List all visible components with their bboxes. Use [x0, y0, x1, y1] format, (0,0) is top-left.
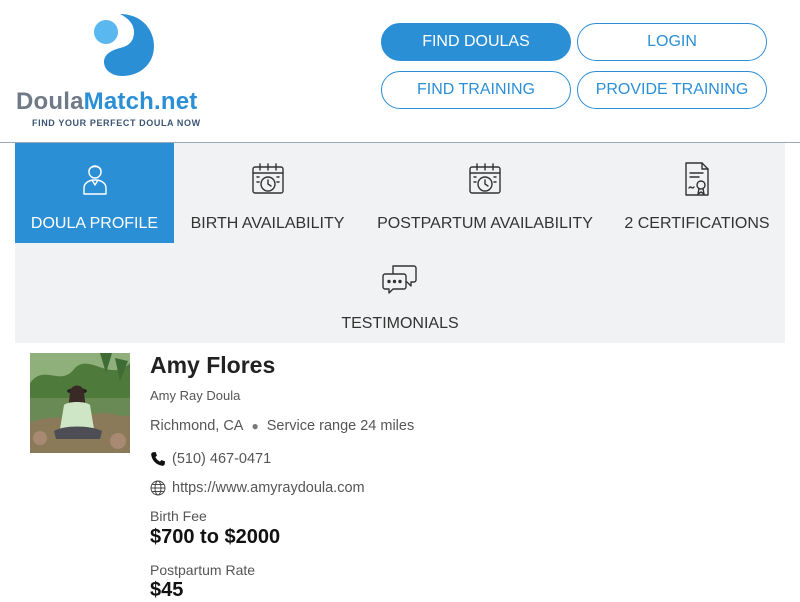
- location-line: Richmond, CA ● Service range 24 miles: [150, 418, 414, 434]
- tab-label: BIRTH AVAILABILITY: [190, 215, 345, 232]
- find-training-button[interactable]: FIND TRAINING: [381, 71, 571, 109]
- website-line[interactable]: https://www.amyraydoula.com: [150, 480, 365, 496]
- business-name: Amy Ray Doula: [150, 388, 241, 403]
- site-logo[interactable]: DoulaMatch.net FIND YOUR PERFECT DOULA N…: [16, 10, 226, 132]
- postpartum-rate-value: $45: [150, 579, 184, 601]
- find-doulas-button[interactable]: FIND DOULAS: [381, 23, 571, 61]
- certificate-icon: [685, 162, 709, 196]
- globe-icon: [150, 480, 166, 496]
- tab-birth-availability[interactable]: BIRTH AVAILABILITY: [174, 143, 361, 243]
- profile-photo-image: [30, 353, 130, 453]
- location: Richmond, CA: [150, 418, 244, 434]
- tab-doula-profile[interactable]: DOULA PROFILE: [15, 143, 174, 243]
- tab-postpartum-availability[interactable]: POSTPARTUM AVAILABILITY: [361, 143, 609, 243]
- birth-fee-value: $700 to $2000: [150, 526, 281, 548]
- tab-label: 2 CERTIFICATIONS: [624, 215, 770, 232]
- site-header: DoulaMatch.net FIND YOUR PERFECT DOULA N…: [0, 0, 800, 143]
- tab-certifications[interactable]: 2 CERTIFICATIONS: [609, 143, 785, 243]
- login-button[interactable]: LOGIN: [577, 23, 767, 61]
- profile-tabs: DOULA PROFILE BIRTH AVAILABILITY POSTPAR…: [15, 143, 785, 343]
- logo-word-part2: Match.net: [83, 88, 198, 115]
- profile-photo: [30, 353, 130, 453]
- chat-bubbles-icon: [382, 265, 417, 294]
- phone-icon: [151, 452, 165, 466]
- provide-training-button[interactable]: PROVIDE TRAINING: [577, 71, 767, 109]
- phone-line[interactable]: (510) 467-0471: [150, 451, 271, 467]
- calendar-clock-icon: [251, 163, 284, 194]
- website-link[interactable]: https://www.amyraydoula.com: [172, 480, 365, 496]
- tab-label: POSTPARTUM AVAILABILITY: [377, 215, 593, 232]
- phone-number[interactable]: (510) 467-0471: [172, 451, 271, 467]
- logo-tagline: FIND YOUR PERFECT DOULA NOW: [32, 118, 201, 128]
- tab-testimonials[interactable]: TESTIMONIALS: [320, 243, 480, 343]
- birth-fee-label: Birth Fee: [150, 508, 207, 524]
- logo-mark-icon: [94, 14, 154, 76]
- postpartum-rate-label: Postpartum Rate: [150, 562, 256, 578]
- person-icon: [82, 165, 107, 195]
- logo-wordmark: DoulaMatch.net: [16, 88, 226, 116]
- separator-dot: ●: [251, 419, 259, 433]
- tab-label: TESTIMONIALS: [341, 315, 459, 332]
- calendar-clock-icon: [469, 163, 501, 194]
- logo-word-part1: Doula: [16, 88, 84, 115]
- tab-label: DOULA PROFILE: [30, 215, 159, 232]
- service-range: Service range 24 miles: [266, 418, 415, 434]
- doula-name: Amy Flores: [150, 352, 276, 378]
